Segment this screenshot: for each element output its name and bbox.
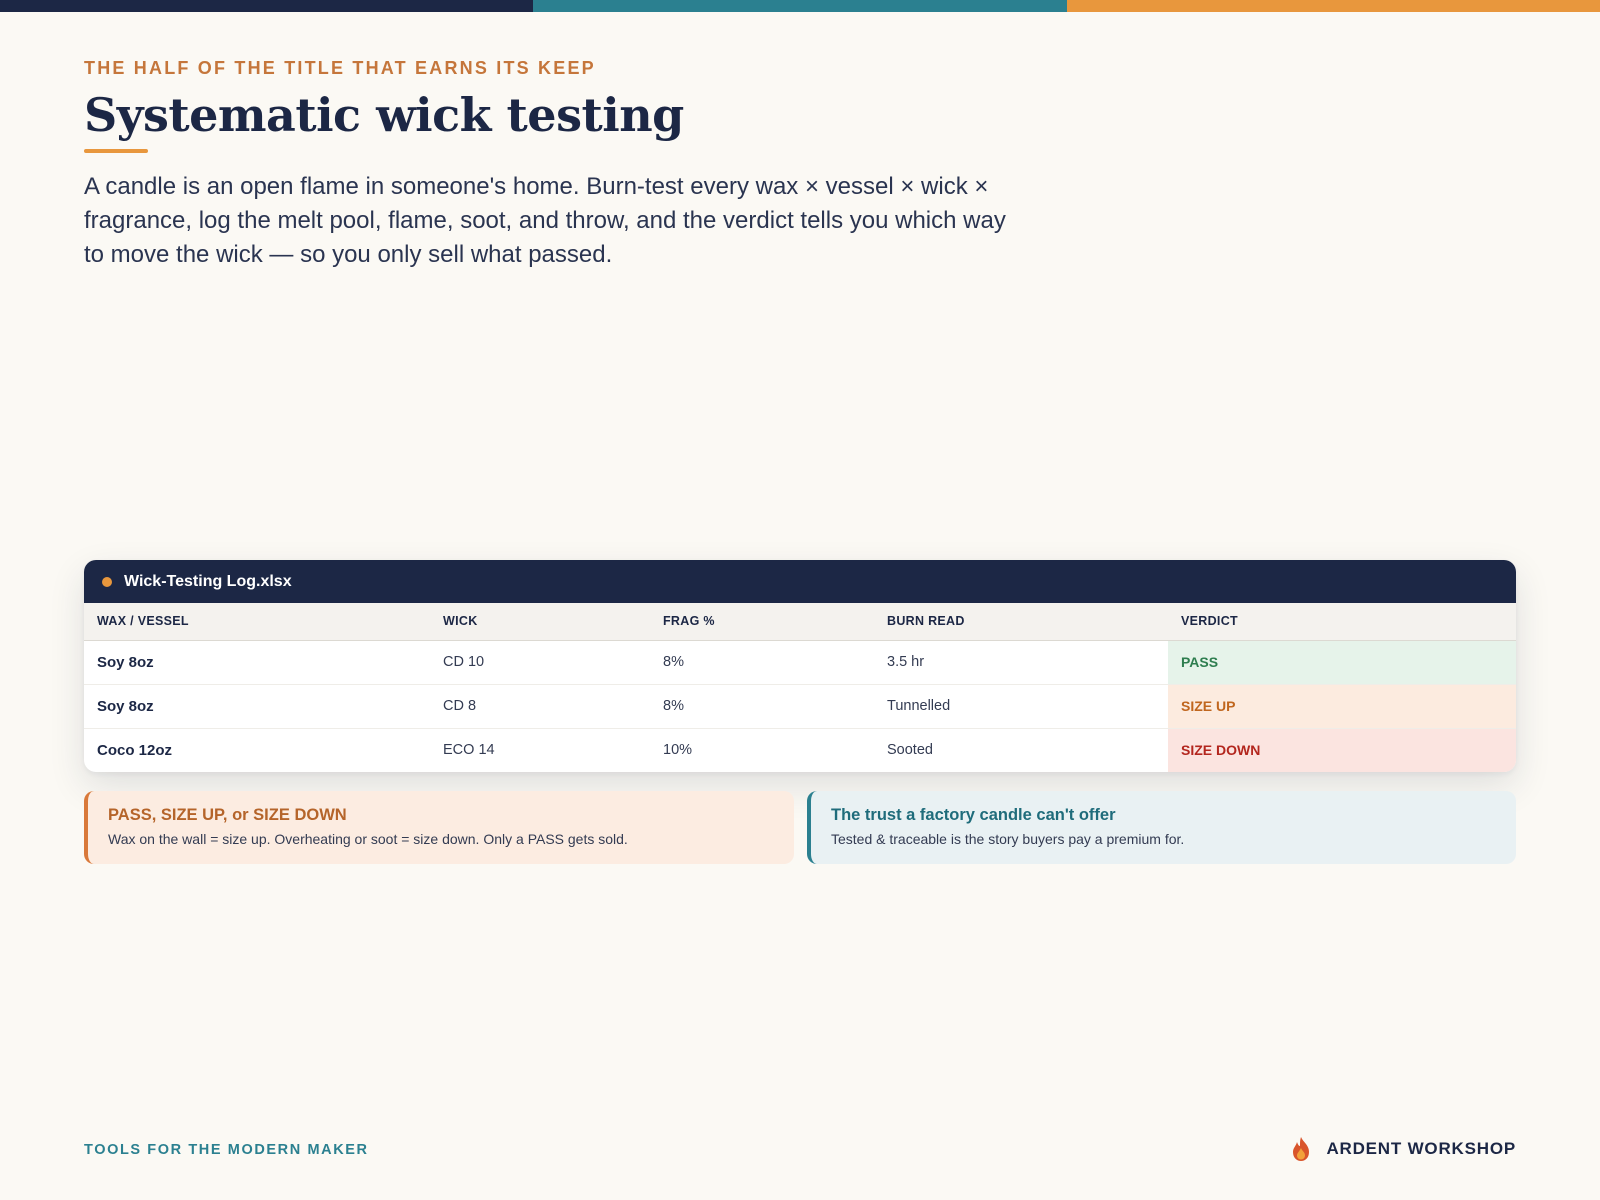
brand-name: ARDENT WORKSHOP: [1326, 1139, 1516, 1158]
callout-title: The trust a factory candle can't offer: [831, 806, 1116, 824]
dot-icon: [102, 576, 112, 587]
page-title: Systematic wick testing: [84, 88, 684, 142]
cell-verdict: SIZE UP: [1168, 684, 1516, 729]
cell-verdict: SIZE DOWN: [1168, 728, 1516, 772]
column-header-burn-read: BURN READ: [874, 603, 1168, 641]
cell-wax-vessel: Coco 12oz: [97, 741, 173, 759]
spreadsheet-card: Wick-Testing Log.xlsx WAX / VESSEL WICK …: [84, 560, 1516, 772]
table-row: Soy 8oz CD 8 8% Tunnelled SIZE UP: [84, 684, 1516, 729]
callout-body: Tested & traceable is the story buyers p…: [831, 831, 1185, 847]
cell-burn-read: 3.5 hr: [874, 640, 1168, 685]
cell-frag: 10%: [663, 742, 693, 759]
wick-testing-table: WAX / VESSEL WICK FRAG % BURN READ VERDI…: [84, 603, 1516, 772]
top-color-bar: [0, 0, 1600, 12]
cell-burn-read: Sooted: [887, 742, 933, 759]
callout-body: Wax on the wall = size up. Overheating o…: [108, 831, 628, 847]
cell-frag: 8%: [650, 684, 874, 729]
cell-verdict: PASS: [1168, 640, 1516, 685]
footer-brand: ARDENT WORKSHOP: [1290, 1136, 1516, 1162]
spreadsheet-header: Wick-Testing Log.xlsx: [84, 560, 1516, 603]
table-header-row: WAX / VESSEL WICK FRAG % BURN READ VERDI…: [84, 603, 1516, 641]
cell-wax-vessel: Soy 8oz: [84, 640, 430, 685]
color-bar-segment: [1066, 0, 1600, 12]
color-bar-segment: [0, 0, 534, 12]
column-header-wax-vessel: WAX / VESSEL: [84, 603, 430, 641]
eyebrow: THE HALF OF THE TITLE THAT EARNS ITS KEE…: [84, 58, 596, 78]
footer-tagline: TOOLS FOR THE MODERN MAKER: [84, 1142, 369, 1158]
column-header-frag: FRAG %: [650, 603, 874, 641]
column-header-wick: WICK: [430, 603, 650, 641]
callout-trust: The trust a factory candle can't offer T…: [807, 791, 1516, 864]
cell-wick: CD 8: [430, 684, 650, 729]
callout-verdict-rules: PASS, SIZE UP, or SIZE DOWN Wax on the w…: [84, 791, 794, 864]
column-header-verdict: VERDICT: [1168, 603, 1516, 641]
color-bar-segment: [533, 0, 1067, 12]
table-row: Soy 8oz CD 10 8% 3.5 hr PASS: [84, 640, 1516, 685]
lede-paragraph: A candle is an open flame in someone's h…: [84, 173, 1006, 268]
cell-wick: CD 10: [430, 640, 650, 685]
cell-wick: ECO 14: [443, 742, 495, 759]
title-underline: [84, 149, 148, 153]
cell-frag: 8%: [650, 640, 874, 685]
cell-burn-read: Tunnelled: [874, 684, 1168, 729]
cell-wax-vessel: Soy 8oz: [84, 684, 430, 729]
flame-icon: [1293, 1137, 1310, 1161]
callout-title: PASS, SIZE UP, or SIZE DOWN: [108, 806, 347, 824]
table-row: Coco 12oz ECO 14 10% Sooted SIZE DOWN: [84, 728, 1516, 772]
spreadsheet-filename: Wick-Testing Log.xlsx: [124, 572, 292, 590]
